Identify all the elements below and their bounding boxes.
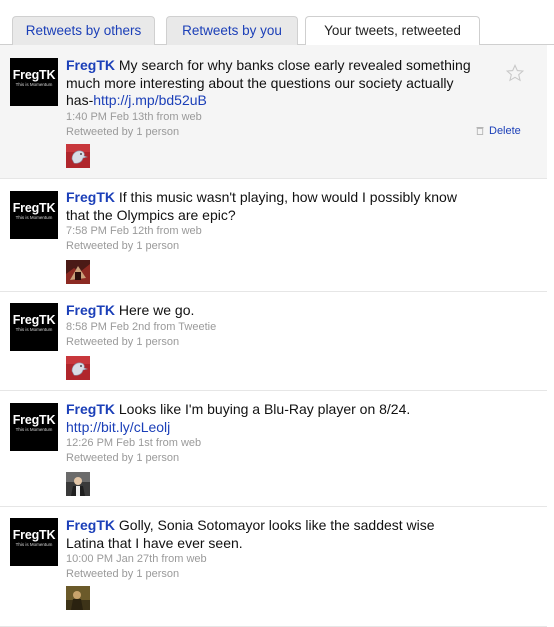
tweet-meta: 12:26 PM Feb 1st from web <box>66 436 476 451</box>
retweeted-by-text: Retweeted by 1 person <box>66 240 180 252</box>
tweet-timestamp[interactable]: 12:26 PM Feb 1st <box>66 437 153 449</box>
user-avatar[interactable]: FregTK This is Momentum <box>10 191 58 239</box>
retweeter-avatar-bird-icon[interactable] <box>66 144 90 168</box>
tweet-item: FregTK This is Momentum FregTK If this m… <box>0 179 547 292</box>
avatar-tagline: This is Momentum <box>15 327 53 332</box>
user-avatar[interactable]: FregTK This is Momentum <box>10 303 58 351</box>
tweet-item: FregTK This is Momentum FregTK My search… <box>0 45 547 179</box>
tweet-body: Looks like I'm buying a Blu-Ray player o… <box>118 401 411 417</box>
tweet-source: from Tweetie <box>153 320 217 333</box>
retweeted-by-text: Retweeted by 1 person <box>66 125 180 138</box>
tweet-text: FregTK Here we go. <box>66 302 476 320</box>
tweet-text: FregTK My search for why banks close ear… <box>66 57 476 110</box>
tweet-source: from web <box>161 553 207 565</box>
tab-your-tweets-retweeted[interactable]: Your tweets, retweeted <box>305 16 480 46</box>
avatar-logo-text: FregTK <box>12 68 56 82</box>
tweet-text: FregTK If this music wasn't playing, how… <box>66 189 476 224</box>
screen-name-link[interactable]: FregTK <box>66 57 115 73</box>
retweeter-avatar-photo[interactable] <box>66 586 90 610</box>
tweet-content: FregTK If this music wasn't playing, how… <box>66 189 476 254</box>
tweet-body: Here we go. <box>118 302 195 318</box>
tweet-url-link[interactable]: http://j.mp/bd52uB <box>93 92 207 108</box>
avatar-logo-text: FregTK <box>12 528 56 542</box>
trash-icon <box>476 127 484 135</box>
avatar-logo-text: FregTK <box>12 413 56 427</box>
avatar-tagline: This is Momentum <box>15 82 53 87</box>
retweeter-avatar-bird-icon[interactable] <box>66 356 90 380</box>
tweet-text: FregTK Golly, Sonia Sotomayor looks like… <box>66 517 476 552</box>
tweet-item: FregTK This is Momentum FregTK Golly, So… <box>0 507 547 627</box>
retweeter-avatar-photo[interactable] <box>66 472 90 496</box>
tweet-source: from web <box>155 437 202 449</box>
tweet-item: FregTK This is Momentum FregTK Here we g… <box>0 292 547 391</box>
tab-retweets-by-you[interactable]: Retweets by you <box>166 16 298 45</box>
tweet-body: If this music wasn't playing, how would … <box>66 189 457 223</box>
scroll-gutter <box>547 45 554 627</box>
tweet-meta: 8:58 PM Feb 2nd from Tweetie <box>66 320 476 335</box>
tweet-source: from web <box>156 225 202 237</box>
user-avatar[interactable]: FregTK This is Momentum <box>10 58 58 106</box>
tweet-text: FregTK Looks like I'm buying a Blu-Ray p… <box>66 401 476 436</box>
retweeter-avatar-photo[interactable] <box>66 260 90 284</box>
tweet-timestamp[interactable]: 10:00 PM Jan 27th <box>66 553 158 565</box>
tweet-source: from web <box>156 110 202 123</box>
tweet-timestamp[interactable]: 8:58 PM Feb 2nd <box>66 321 150 333</box>
tweet-meta: 7:58 PM Feb 12th from web <box>66 224 476 239</box>
avatar-tagline: This is Momentum <box>15 215 53 220</box>
screen-name-link[interactable]: FregTK <box>66 401 115 417</box>
tweet-url-link[interactable]: http://bit.ly/cLeolj <box>66 419 170 435</box>
delete-button[interactable]: Delete <box>476 124 521 138</box>
tab-bar: Retweets by others Retweets by you Your … <box>0 0 554 46</box>
tweet-timestamp[interactable]: 7:58 PM Feb 12th <box>66 225 153 237</box>
user-avatar[interactable]: FregTK This is Momentum <box>10 518 58 566</box>
delete-label: Delete <box>489 125 521 137</box>
screen-name-link[interactable]: FregTK <box>66 189 115 205</box>
tweet-content: FregTK My search for why banks close ear… <box>66 57 476 140</box>
tweet-content: FregTK Golly, Sonia Sotomayor looks like… <box>66 517 476 582</box>
tab-retweets-by-others[interactable]: Retweets by others <box>12 16 155 45</box>
screen-name-link[interactable]: FregTK <box>66 517 115 533</box>
tweet-meta: 1:40 PM Feb 13th from web <box>66 110 476 125</box>
avatar-logo-text: FregTK <box>12 201 56 215</box>
screen-name-link[interactable]: FregTK <box>66 302 115 318</box>
tweet-body: Golly, Sonia Sotomayor looks like the sa… <box>66 517 435 551</box>
avatar-logo-text: FregTK <box>12 313 56 327</box>
retweeted-by-text: Retweeted by 1 person <box>66 335 180 348</box>
user-avatar[interactable]: FregTK This is Momentum <box>10 403 58 451</box>
retweeted-by-text: Retweeted by 1 person <box>66 568 180 580</box>
tweet-timestamp[interactable]: 1:40 PM Feb 13th <box>66 111 153 123</box>
tweet-content: FregTK Looks like I'm buying a Blu-Ray p… <box>66 401 476 466</box>
tweet-list: FregTK This is Momentum FregTK My search… <box>0 45 547 627</box>
avatar-tagline: This is Momentum <box>15 542 53 547</box>
avatar-tagline: This is Momentum <box>15 427 53 432</box>
retweeted-by-text: Retweeted by 1 person <box>66 452 180 464</box>
tweet-item: FregTK This is Momentum FregTK Looks lik… <box>0 391 547 507</box>
tweet-content: FregTK Here we go. 8:58 PM Feb 2nd from … <box>66 302 476 350</box>
tweet-meta: 10:00 PM Jan 27th from web <box>66 552 476 567</box>
favorite-star-icon[interactable] <box>506 64 524 82</box>
